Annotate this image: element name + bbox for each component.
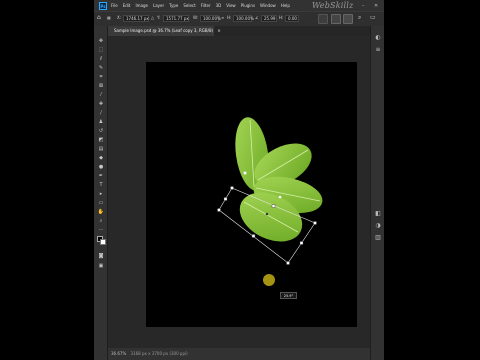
zoom-icon[interactable]: ⌕ xyxy=(97,218,105,224)
height-label: H: xyxy=(227,15,232,20)
menu-bar: Ps File Edit Image Layer Type Select Fil… xyxy=(94,0,384,11)
quick-mask-icon[interactable]: ◙ xyxy=(97,253,105,259)
menu-items: File Edit Image Layer Type Select Filter… xyxy=(111,3,295,8)
angle-icon: ∠ xyxy=(255,15,259,20)
menu-layer[interactable]: Layer xyxy=(153,3,164,8)
y-label: Y: xyxy=(157,15,161,20)
document-tab[interactable]: Sample Image.psd @ 36.7% (Leaf copy 3, R… xyxy=(108,26,221,36)
menu-edit[interactable]: Edit xyxy=(123,3,131,8)
gradient-icon[interactable]: ▤ xyxy=(97,146,105,152)
transform-handle[interactable] xyxy=(271,204,276,208)
y-field[interactable]: 1571.77 px xyxy=(163,15,189,22)
cursor-highlight xyxy=(263,274,275,286)
reference-point-icon[interactable]: ▦ xyxy=(107,15,111,20)
color-panel-icon[interactable]: ◐ xyxy=(374,34,382,42)
rotation-tooltip: 25.9° xyxy=(280,292,297,299)
properties-panel-icon[interactable]: ≡ xyxy=(374,46,382,54)
menu-file[interactable]: File xyxy=(111,3,118,8)
menu-3d[interactable]: 3D xyxy=(216,3,222,8)
zoom-level[interactable]: 36.67% xyxy=(111,351,126,356)
stamp-icon[interactable]: ♟ xyxy=(97,119,105,125)
cancel-transform-icon[interactable] xyxy=(331,14,341,24)
warp-mode-icon[interactable] xyxy=(318,14,328,24)
width-label: W: xyxy=(193,15,199,20)
adjustments-panel-icon[interactable]: ◑ xyxy=(374,222,382,230)
color-swatch-icon[interactable] xyxy=(97,236,106,245)
menu-type[interactable]: Type xyxy=(169,3,178,8)
rectangle-icon[interactable]: ▭ xyxy=(97,200,105,206)
photoshop-window: Ps File Edit Image Layer Type Select Fil… xyxy=(94,0,384,360)
transform-handle[interactable] xyxy=(299,241,304,245)
search-icon[interactable]: ⌕ xyxy=(358,14,361,22)
x-field[interactable]: 1746.17 px xyxy=(123,15,149,22)
document-tab-title: Sample Image.psd @ 36.7% (Leaf copy 3, R… xyxy=(114,28,214,33)
blur-icon[interactable]: ◆ xyxy=(97,155,105,161)
type-icon[interactable]: T xyxy=(97,182,105,188)
canvas-workspace[interactable]: 25.9° xyxy=(108,36,370,348)
channels-panel-icon[interactable]: ▥ xyxy=(374,234,382,242)
menu-select[interactable]: Select xyxy=(183,3,195,8)
quick-select-icon[interactable]: ✎ xyxy=(97,65,105,71)
path-select-icon[interactable]: ▸ xyxy=(97,191,105,197)
canvas-artwork xyxy=(217,117,323,286)
brush-icon[interactable]: ∕ xyxy=(97,110,105,116)
transform-handle[interactable] xyxy=(251,234,256,238)
frame-icon[interactable]: ⊠ xyxy=(97,83,105,89)
menu-image[interactable]: Image xyxy=(135,3,148,8)
ps-logo-icon: Ps xyxy=(99,1,107,10)
transform-handle[interactable] xyxy=(223,197,228,201)
minimize-icon[interactable]: – xyxy=(362,3,365,9)
dodge-icon[interactable]: ● xyxy=(97,164,105,170)
leaf-anchor-point xyxy=(243,171,247,175)
menu-plugins[interactable]: Plugins xyxy=(241,3,255,8)
document-size[interactable]: 3168 px x 3700 px (300 ppi) xyxy=(131,351,188,356)
marquee-icon[interactable]: ⬚ xyxy=(97,47,105,53)
lasso-icon[interactable]: ℓ xyxy=(97,56,105,62)
healing-icon[interactable]: ✚ xyxy=(97,101,105,107)
transform-handle[interactable] xyxy=(313,221,317,225)
link-icon[interactable]: ∞ xyxy=(221,15,224,20)
more-icon[interactable]: ··· xyxy=(97,227,105,233)
relative-position-icon[interactable]: △ xyxy=(151,15,154,20)
angle-field[interactable]: 25.99 xyxy=(261,15,277,22)
right-panel-strip: ◐ ≡ ◧ ◑ ▥ xyxy=(370,26,384,360)
close-icon[interactable]: ✕ xyxy=(374,3,378,9)
leaf-anchor-point xyxy=(278,195,282,199)
document-canvas[interactable]: 25.9° xyxy=(146,62,357,327)
eraser-icon[interactable]: ◩ xyxy=(97,137,105,143)
h-skew-field[interactable]: 0.00 xyxy=(285,15,299,22)
transform-handle[interactable] xyxy=(230,186,234,190)
menu-window[interactable]: Window xyxy=(260,3,276,8)
tools-panel: ✥ ⬚ ℓ ✎ ⌗ ⊠ ⁄ ✚ ∕ ♟ ↺ ◩ ▤ ◆ ● ✒ T ▸ ▭ ✋ … xyxy=(94,26,108,360)
document-tab-bar: Sample Image.psd @ 36.7% (Leaf copy 3, R… xyxy=(108,26,384,36)
menu-view[interactable]: View xyxy=(226,3,236,8)
background-color-swatch[interactable] xyxy=(100,239,106,245)
transform-handle[interactable] xyxy=(217,208,221,212)
transform-handle[interactable] xyxy=(286,261,290,265)
move-icon[interactable]: ✥ xyxy=(97,38,105,44)
width-field[interactable]: 100.00% xyxy=(200,15,221,22)
home-icon[interactable]: ⌂ xyxy=(97,14,101,21)
eyedropper-icon[interactable]: ⁄ xyxy=(97,92,105,98)
status-bar: 36.67% 3168 px x 3700 px (300 ppi) xyxy=(108,348,370,360)
menu-help[interactable]: Help xyxy=(281,3,290,8)
x-label: X: xyxy=(117,15,122,20)
menu-filter[interactable]: Filter xyxy=(201,3,211,8)
history-brush-icon[interactable]: ↺ xyxy=(97,128,105,134)
height-field[interactable]: 100.00% xyxy=(233,15,254,22)
watermark-logo: WebSkillz xyxy=(312,1,354,10)
pen-icon[interactable]: ✒ xyxy=(97,173,105,179)
reference-point[interactable] xyxy=(265,212,269,216)
crop-icon[interactable]: ⌗ xyxy=(97,74,105,80)
hand-icon[interactable]: ✋ xyxy=(97,209,105,215)
layers-panel-icon[interactable]: ◧ xyxy=(374,210,382,218)
options-bar: ⌂ ▦ X: 1746.17 px △ Y: 1571.77 px W: 100… xyxy=(94,11,384,27)
tab-close-icon[interactable]: × xyxy=(217,28,220,33)
commit-transform-icon[interactable] xyxy=(343,14,353,24)
workspace-icon[interactable]: ▭ xyxy=(370,14,376,21)
h-skew-label: H: xyxy=(279,15,284,20)
screen-mode-icon[interactable]: ▣ xyxy=(97,263,105,269)
